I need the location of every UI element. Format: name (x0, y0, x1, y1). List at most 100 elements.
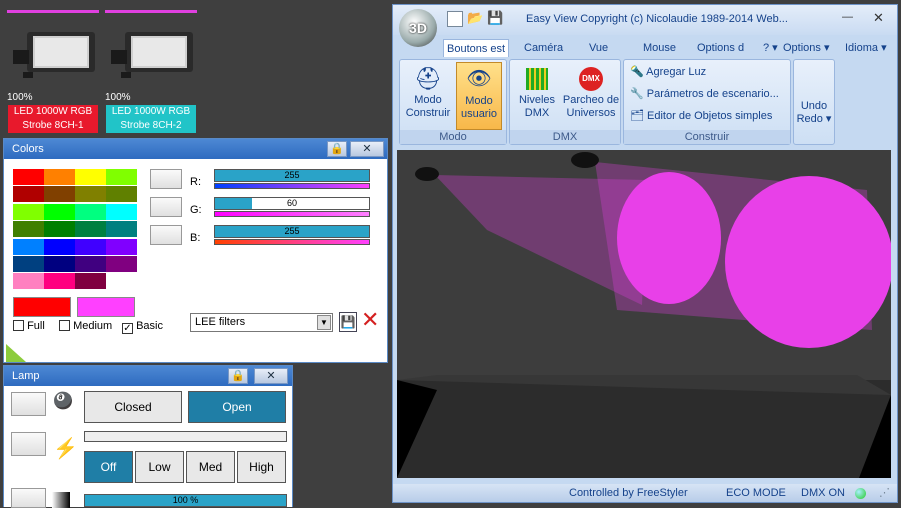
palette-swatch[interactable] (13, 273, 44, 290)
filter-select[interactable]: LEE filters ▼ (190, 313, 333, 332)
closed-button[interactable]: Closed (84, 391, 182, 423)
editor-objetos-button[interactable]: 🗂 Editor de Objetos simples (630, 106, 772, 126)
palette-swatch[interactable] (106, 273, 137, 290)
modo-usuario-button[interactable]: 👁 Modo usuario (456, 62, 502, 130)
g-slider[interactable]: 60 (214, 197, 370, 210)
high-button[interactable]: High (237, 451, 286, 483)
open-button[interactable]: Open (188, 391, 286, 423)
palette-swatch[interactable] (44, 169, 75, 185)
chevron-down-icon[interactable]: ▼ (317, 315, 331, 330)
r-preset-button[interactable] (150, 169, 182, 189)
full-checkbox[interactable]: Full (13, 320, 45, 332)
b-slider[interactable]: 255 (214, 225, 370, 238)
parametros-button[interactable]: 🔧 Parámetros de escenario... (630, 84, 779, 104)
palette-swatch[interactable] (75, 273, 106, 290)
status-dmx: DMX ON (801, 487, 845, 499)
b-preset-button[interactable] (150, 225, 182, 245)
palette-swatch[interactable] (13, 238, 44, 255)
dimmer-preset-button[interactable] (11, 488, 46, 508)
tab-vista[interactable]: Vue (589, 39, 608, 57)
medium-checkbox[interactable]: Medium (59, 320, 112, 332)
language-menu-label: Idioma (845, 42, 879, 54)
delete-icon[interactable]: ✕ (361, 309, 379, 331)
fixture-2-name-line1: LED 1000W RGB (111, 106, 191, 117)
tab-mouse[interactable]: Mouse (643, 39, 676, 57)
fixture-2-percent: 100% (105, 92, 131, 103)
palette-swatch[interactable] (44, 203, 75, 220)
palette-swatch[interactable] (44, 273, 75, 290)
options-menu[interactable]: Options ▾ (783, 39, 830, 57)
r-gradient (214, 183, 370, 189)
minimize-icon[interactable]: — (842, 11, 853, 23)
palette-swatch[interactable] (44, 256, 75, 272)
palette-swatch[interactable] (44, 221, 75, 238)
r-value: 255 (284, 170, 300, 180)
tab-camara[interactable]: Caméra (524, 39, 563, 57)
r-slider[interactable]: 255 (214, 169, 370, 182)
shutter-preset-button[interactable] (11, 392, 46, 416)
fixture-2[interactable]: 100% LED 1000W RGB Strobe 8CH-2 (105, 10, 197, 134)
fixture-1-label: LED 1000W RGB Strobe 8CH-1 (8, 105, 98, 133)
close-icon[interactable]: ✕ (350, 141, 384, 157)
palette-swatch[interactable] (13, 221, 44, 238)
tab-botones[interactable]: Boutons est (443, 39, 509, 57)
current-color-swatch[interactable] (13, 297, 71, 317)
lock-icon[interactable]: 🔒 (228, 368, 248, 384)
palette-swatch[interactable] (13, 169, 44, 185)
basic-checkbox[interactable]: ✓ Basic (122, 320, 163, 334)
light-spot-1 (617, 172, 721, 304)
dimmer-slider[interactable]: 100 % (84, 494, 287, 507)
parametros-label: Parámetros de escenario... (646, 88, 779, 100)
app-logo-button[interactable]: 3D (399, 9, 437, 47)
palette-swatch[interactable] (13, 256, 44, 272)
palette-swatch[interactable] (106, 203, 137, 220)
palette-swatch[interactable] (44, 238, 75, 255)
g-preset-button[interactable] (150, 197, 182, 217)
palette-swatch[interactable] (13, 186, 44, 203)
palette-swatch[interactable] (75, 169, 106, 185)
palette-swatch[interactable] (44, 186, 75, 203)
open-folder-icon[interactable]: 📂 (467, 10, 483, 26)
palette-swatch[interactable] (13, 203, 44, 220)
niveles-dmx-button[interactable]: Niveles DMX (512, 64, 562, 128)
language-menu[interactable]: Idioma ▾ (845, 39, 887, 57)
strobe-preset-button[interactable] (11, 432, 46, 456)
palette-swatch[interactable] (75, 238, 106, 255)
target-color-swatch[interactable] (77, 297, 135, 317)
add-icon[interactable] (6, 344, 26, 362)
palette-swatch[interactable] (75, 186, 106, 203)
help-menu[interactable]: ? ▾ (763, 39, 778, 57)
agregar-luz-button[interactable]: 🔦 Agregar Luz (630, 62, 706, 82)
strobe-slider[interactable] (84, 431, 287, 442)
parcheo-universos-button[interactable]: DMX Parcheo de Universos (562, 64, 620, 128)
close-icon[interactable]: ✕ (254, 368, 288, 384)
low-button[interactable]: Low (135, 451, 184, 483)
med-button[interactable]: Med (186, 451, 235, 483)
niveles-label-1: Niveles (518, 94, 556, 106)
palette-swatch[interactable] (75, 203, 106, 220)
resize-grip-icon[interactable]: ⋰ (879, 484, 890, 502)
tab-opciones[interactable]: Options d (697, 39, 744, 57)
medium-label: Medium (73, 320, 113, 332)
new-file-icon[interactable] (447, 11, 463, 27)
palette-swatch[interactable] (106, 169, 137, 185)
modo-construir-button[interactable]: ⛑ Modo Construir (403, 64, 453, 128)
light-spot-2 (725, 176, 891, 348)
lock-icon[interactable]: 🔒 (327, 141, 347, 157)
palette-swatch[interactable] (106, 221, 137, 238)
palette-swatch[interactable] (106, 238, 137, 255)
save-icon[interactable]: 💾 (487, 10, 503, 26)
palette-swatch[interactable] (106, 256, 137, 272)
off-button[interactable]: Off (84, 451, 133, 483)
status-controlled: Controlled by FreeStyler (569, 487, 688, 499)
palette-swatch[interactable] (75, 256, 106, 272)
save-icon[interactable]: 💾 (339, 312, 357, 332)
palette-swatch[interactable] (75, 221, 106, 238)
dmx-group-label: DMX (510, 130, 620, 144)
palette-swatch[interactable] (106, 186, 137, 203)
undo-redo-button[interactable]: Undo Redo ▾ (793, 59, 835, 145)
3d-viewport[interactable] (397, 150, 891, 478)
close-icon[interactable]: ✕ (873, 10, 884, 26)
b-gradient (214, 239, 370, 245)
fixture-1[interactable]: 100% LED 1000W RGB Strobe 8CH-1 (7, 10, 99, 134)
